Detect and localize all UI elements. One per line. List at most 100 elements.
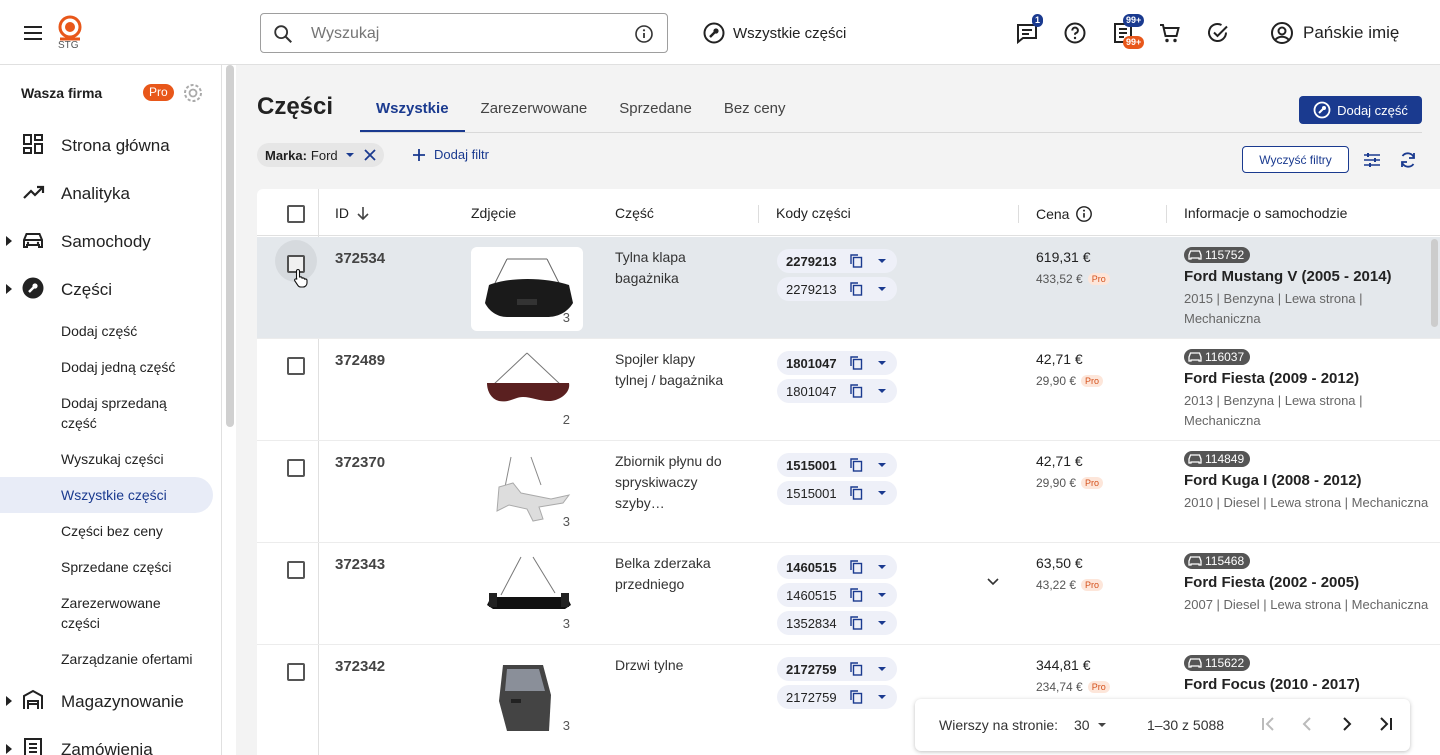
chevron-down-icon[interactable] — [872, 687, 892, 707]
copy-icon[interactable] — [850, 690, 863, 704]
chevron-down-icon[interactable] — [872, 251, 892, 271]
row-id[interactable]: 372370 — [335, 454, 385, 471]
part-code-chip[interactable]: 1352834 — [777, 611, 897, 635]
sidebar-subitem-search-parts[interactable]: Wyszukaj części — [61, 449, 211, 469]
column-part[interactable]: Część — [615, 205, 654, 221]
part-code-chip[interactable]: 1515001 — [777, 481, 897, 505]
tab-no-price[interactable]: Bez ceny — [708, 92, 802, 132]
user-menu[interactable]: Pańskie imię — [1270, 21, 1399, 45]
prev-page-icon[interactable] — [1296, 713, 1318, 735]
table-row[interactable]: 372534 3 Tylna klapa bagażnika 2279213 2… — [257, 237, 1440, 339]
row-id[interactable]: 372489 — [335, 352, 385, 369]
copy-icon[interactable] — [850, 662, 863, 676]
tune-icon[interactable] — [1363, 151, 1381, 169]
row-checkbox[interactable] — [287, 663, 305, 681]
part-code-chip[interactable]: 1460515 — [777, 555, 897, 579]
part-code-chip[interactable]: 1801047 — [777, 379, 897, 403]
sidebar-subitem-reserved-parts[interactable]: Zarezerwowane części — [61, 593, 181, 633]
refresh-icon[interactable] — [1399, 151, 1417, 169]
logo[interactable]: STG — [56, 14, 86, 54]
tab-reserved[interactable]: Zarezerwowane — [465, 92, 604, 132]
part-code-chip[interactable]: 2172759 — [777, 657, 897, 681]
sidebar-item-analytics[interactable]: Analityka — [0, 181, 221, 205]
car-id-badge[interactable]: 114849 — [1184, 451, 1251, 467]
sidebar-subitem-all-parts[interactable]: Wszystkie części — [0, 477, 213, 513]
table-row[interactable]: 372370 3 Zbiornik płynu do spryskiwaczy … — [257, 441, 1440, 543]
copy-icon[interactable] — [850, 254, 863, 268]
car-id-badge[interactable]: 115468 — [1184, 553, 1251, 569]
sidebar-subitem-add-one-part[interactable]: Dodaj jedną część — [61, 357, 211, 377]
sidebar-item-cars[interactable]: Samochody — [0, 229, 221, 253]
copy-icon[interactable] — [850, 384, 863, 398]
settings-gear-icon[interactable] — [181, 81, 205, 105]
chevron-down-icon[interactable] — [872, 455, 892, 475]
car-name[interactable]: Ford Focus (2010 - 2017) — [1184, 676, 1360, 693]
info-icon[interactable] — [1075, 205, 1093, 223]
row-checkbox[interactable] — [287, 561, 305, 579]
filter-chip-brand[interactable]: Marka: Ford — [257, 143, 384, 167]
copy-icon[interactable] — [850, 588, 863, 602]
chevron-down-icon[interactable] — [872, 557, 892, 577]
tab-all[interactable]: Wszystkie — [360, 92, 465, 132]
chevron-down-icon[interactable] — [872, 279, 892, 299]
all-parts-link[interactable]: Wszystkie części — [703, 21, 846, 45]
first-page-icon[interactable] — [1257, 713, 1279, 735]
part-photo[interactable]: 2 — [471, 349, 583, 433]
chevron-down-icon[interactable] — [342, 147, 358, 163]
column-id[interactable]: ID — [335, 205, 371, 221]
part-photo[interactable]: 3 — [471, 655, 583, 739]
part-photo[interactable]: 3 — [471, 451, 583, 535]
part-code-chip[interactable]: 1460515 — [777, 583, 897, 607]
menu-icon[interactable] — [21, 21, 45, 45]
check-circle-icon[interactable] — [1206, 21, 1230, 45]
sidebar-subitem-parts-no-price[interactable]: Części bez ceny — [61, 521, 211, 541]
expand-codes-icon[interactable] — [985, 573, 1001, 589]
chevron-down-icon[interactable] — [872, 585, 892, 605]
sidebar-item-warehouse[interactable]: Magazynowanie — [0, 689, 221, 713]
column-part-codes[interactable]: Kody części — [776, 205, 851, 221]
copy-icon[interactable] — [850, 486, 863, 500]
row-id[interactable]: 372534 — [335, 250, 385, 267]
part-code-chip[interactable]: 1515001 — [777, 453, 897, 477]
copy-icon[interactable] — [850, 282, 863, 296]
sidebar-subitem-offer-management[interactable]: Zarządzanie ofertami — [61, 649, 211, 669]
part-code-chip[interactable]: 1801047 — [777, 351, 897, 375]
copy-icon[interactable] — [850, 560, 863, 574]
row-checkbox[interactable] — [287, 357, 305, 375]
part-code-chip[interactable]: 2279213 — [777, 277, 897, 301]
info-icon[interactable] — [634, 24, 654, 44]
part-code-chip[interactable]: 2279213 — [777, 249, 897, 273]
copy-icon[interactable] — [850, 616, 863, 630]
chevron-down-icon[interactable] — [872, 659, 892, 679]
chevron-down-icon[interactable] — [872, 381, 892, 401]
chevron-down-icon[interactable] — [872, 483, 892, 503]
tab-sold[interactable]: Sprzedane — [603, 92, 708, 132]
table-row[interactable]: 372343 3 Belka zderzaka przedniego 14605… — [257, 543, 1440, 645]
cart-icon[interactable] — [1158, 21, 1182, 45]
clear-filters-button[interactable]: Wyczyść filtry — [1242, 146, 1349, 173]
car-name[interactable]: Ford Fiesta (2002 - 2005) — [1184, 574, 1359, 591]
add-filter-button[interactable]: Dodaj filtr — [412, 147, 489, 162]
table-scrollbar[interactable] — [1431, 239, 1438, 327]
car-id-badge[interactable]: 115752 — [1184, 247, 1251, 263]
part-code-chip[interactable]: 2172759 — [777, 685, 897, 709]
row-id[interactable]: 372342 — [335, 658, 385, 675]
last-page-icon[interactable] — [1375, 713, 1397, 735]
help-icon[interactable] — [1063, 21, 1087, 45]
select-all-checkbox[interactable] — [287, 205, 305, 223]
car-id-badge[interactable]: 115622 — [1184, 655, 1251, 671]
sidebar-item-home[interactable]: Strona główna — [0, 133, 221, 157]
copy-icon[interactable] — [850, 458, 863, 472]
chevron-down-icon[interactable] — [872, 613, 892, 633]
sidebar-subitem-add-sold-part[interactable]: Dodaj sprzedaną część — [61, 393, 191, 433]
car-id-badge[interactable]: 116037 — [1184, 349, 1251, 365]
add-part-button[interactable]: Dodaj część — [1299, 96, 1422, 124]
car-name[interactable]: Ford Fiesta (2009 - 2012) — [1184, 370, 1359, 387]
car-name[interactable]: Ford Kuga I (2008 - 2012) — [1184, 472, 1362, 489]
row-id[interactable]: 372343 — [335, 556, 385, 573]
rows-per-page-select[interactable]: 30 — [1074, 717, 1110, 733]
sidebar-item-parts[interactable]: Części — [0, 277, 221, 301]
column-car-info[interactable]: Informacje o samochodzie — [1184, 205, 1347, 221]
row-checkbox[interactable] — [287, 459, 305, 477]
table-row[interactable]: 372489 2 Spojler klapy tylnej / bagażnik… — [257, 339, 1440, 441]
